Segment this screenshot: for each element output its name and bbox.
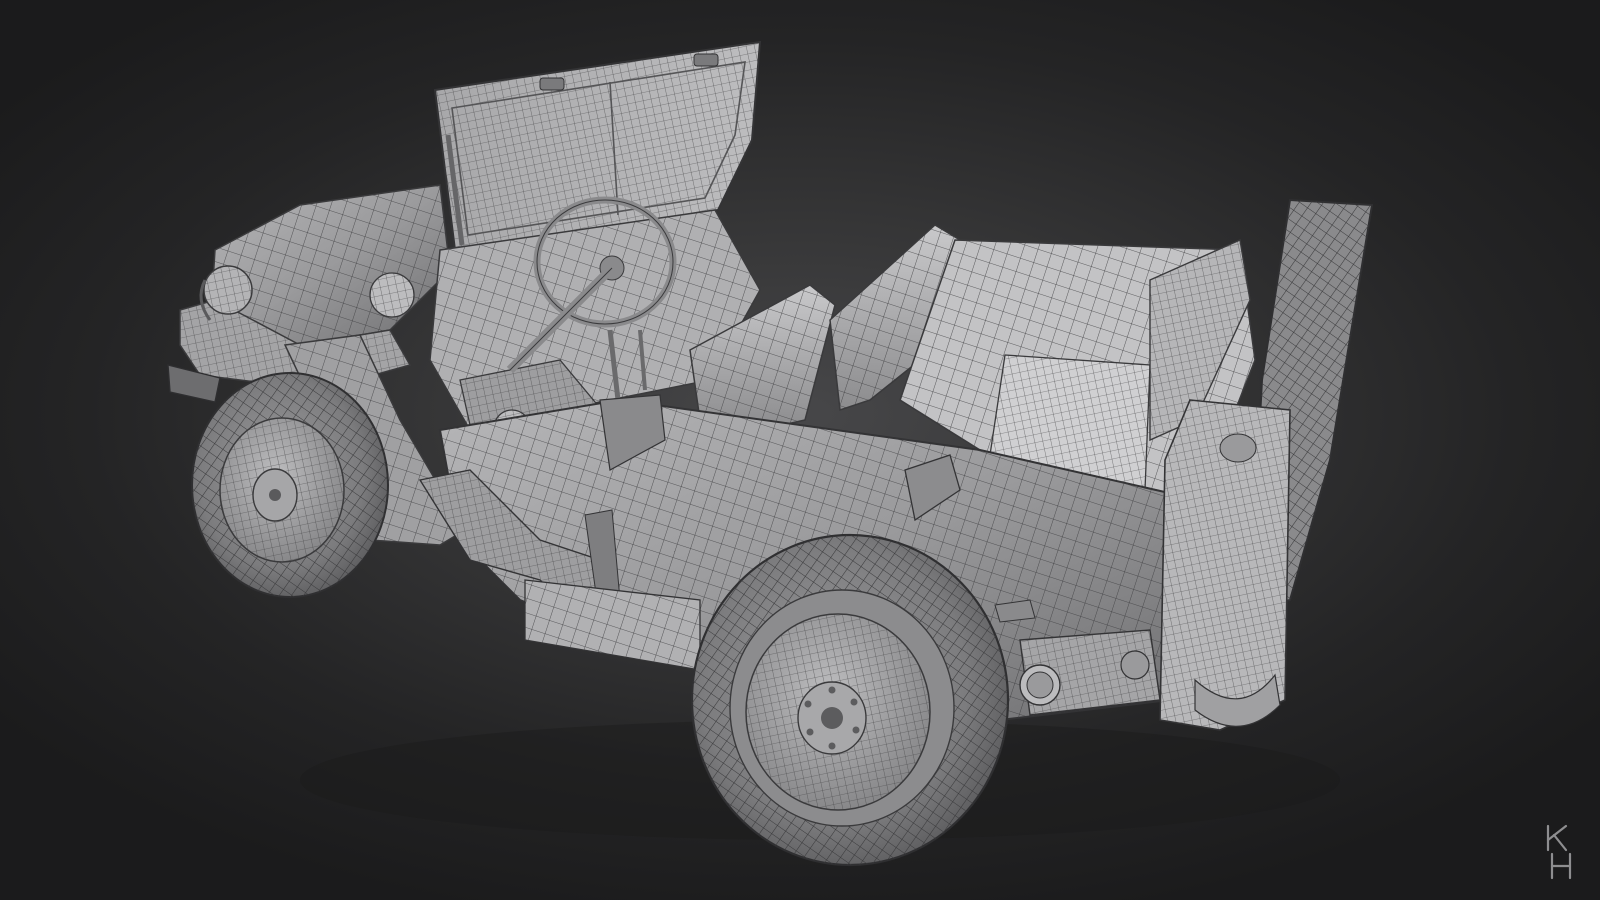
rear-wheel <box>690 533 1010 867</box>
render-viewport <box>0 0 1600 900</box>
artist-signature-logo <box>1546 824 1572 880</box>
front-wheel <box>191 372 389 598</box>
wireframe-jeep-render <box>167 40 1374 867</box>
jerry-can <box>1159 399 1291 731</box>
